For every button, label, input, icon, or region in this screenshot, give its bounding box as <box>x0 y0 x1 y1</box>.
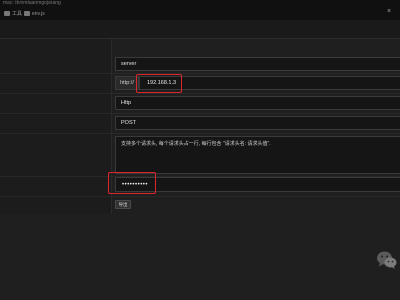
type-field[interactable]: Http <box>115 96 400 110</box>
divider <box>0 93 400 94</box>
label-column <box>0 39 112 214</box>
breadcrumb-folder-label: 工具 <box>12 11 23 17</box>
host-highlight <box>136 74 182 93</box>
method-field[interactable]: POST <box>115 116 400 130</box>
window-path: mac: ttvnmtaanmgojarang <box>3 0 61 6</box>
breadcrumb-file-label: env.js <box>32 10 45 17</box>
export-button[interactable]: 导出 <box>115 200 131 209</box>
divider <box>0 113 400 114</box>
password-highlight <box>108 172 156 194</box>
folder-icon <box>4 11 10 16</box>
wechat-icon <box>377 251 397 269</box>
divider <box>0 73 400 74</box>
breadcrumb-folder[interactable]: 工具 <box>4 9 22 18</box>
toolbar <box>0 20 400 39</box>
close-icon[interactable]: × <box>387 8 391 15</box>
headers-textarea[interactable]: 支持多个请求头, 每个请求头占一行, 每行包含 "请求头名: 请求头值". <box>115 136 400 174</box>
file-icon <box>24 11 30 16</box>
password-field[interactable]: •••••••••• <box>115 177 400 192</box>
breadcrumb-file[interactable]: env.js <box>24 9 45 18</box>
server-field[interactable]: server <box>115 57 400 71</box>
divider <box>0 196 400 197</box>
divider <box>0 133 400 134</box>
window-titlebar: mac: ttvnmtaanmgojarang 工具 env.js × <box>0 0 400 20</box>
